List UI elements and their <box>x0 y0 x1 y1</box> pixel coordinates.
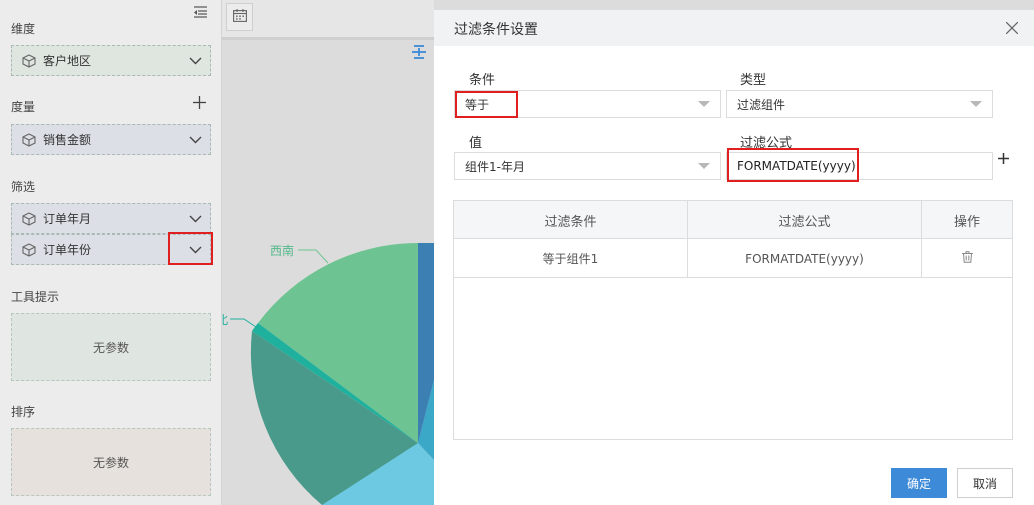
value-select[interactable]: 组件1-年月 <box>454 152 721 180</box>
label-leader-line <box>298 249 329 264</box>
tooltip-drop-area[interactable]: 无参数 <box>11 313 211 381</box>
measure-section-title: 度量 <box>11 100 36 114</box>
highlight-frame <box>727 148 859 182</box>
cancel-button[interactable]: 取消 <box>957 468 1013 498</box>
pie-label-north: 北 <box>222 313 229 327</box>
highlight-frame <box>168 232 213 265</box>
row-formula: FORMATDATE(yyyy) <box>688 239 922 278</box>
dialog-title: 过滤条件设置 <box>454 22 538 38</box>
filter-field-label: 订单年份 <box>43 243 92 257</box>
chart-canvas: 西南 北 <box>222 0 434 505</box>
add-condition-icon[interactable] <box>998 150 1009 168</box>
tooltip-section-title: 工具提示 <box>11 290 60 304</box>
value-label: 值 <box>469 136 483 151</box>
pie-label-southwest: 西南 <box>270 244 295 258</box>
column-header-condition: 过滤条件 <box>454 201 688 239</box>
dialog-header: 过滤条件设置 <box>434 10 1034 46</box>
filter-field-label: 订单年月 <box>43 212 92 226</box>
add-measure-icon[interactable] <box>193 96 206 112</box>
table-row[interactable]: 等于组件1 FORMATDATE(yyyy) <box>454 239 1012 278</box>
row-condition: 等于组件1 <box>454 239 688 278</box>
pie-chart <box>230 243 434 505</box>
field-panel: 维度 客户地区 度量 销售金额 筛选 订单年月 订单年份 工具提示 无参数 排序… <box>0 0 222 505</box>
cube-icon <box>22 242 36 257</box>
condition-label: 条件 <box>469 73 496 88</box>
cube-icon <box>22 132 36 147</box>
dropdown-caret-icon <box>698 101 710 107</box>
filter-section-title: 筛选 <box>11 180 36 194</box>
highlight-frame <box>455 91 518 118</box>
sort-drop-area[interactable]: 无参数 <box>11 428 211 496</box>
row-action <box>922 239 1012 278</box>
collapse-panel-icon[interactable] <box>194 6 207 21</box>
close-icon[interactable] <box>1004 20 1020 36</box>
chevron-down-icon[interactable] <box>180 204 210 233</box>
table-header: 过滤条件 过滤公式 操作 <box>454 201 1012 239</box>
filter-conditions-table: 过滤条件 过滤公式 操作 等于组件1 FORMATDATE(yyyy) <box>453 200 1013 440</box>
cube-icon <box>22 211 36 226</box>
column-header-action: 操作 <box>953 214 980 230</box>
dimension-field-customer-region[interactable]: 客户地区 <box>11 45 211 76</box>
confirm-button[interactable]: 确定 <box>891 468 947 498</box>
cube-icon <box>22 53 36 68</box>
dimension-field-label: 客户地区 <box>43 54 92 68</box>
chevron-down-icon[interactable] <box>180 125 210 154</box>
dimension-section-title: 维度 <box>11 22 36 36</box>
filter-field-order-month[interactable]: 订单年月 <box>11 203 211 234</box>
type-select-value: 过滤组件 <box>737 97 786 112</box>
measure-field-sales-amount[interactable]: 销售金额 <box>11 124 211 155</box>
filter-condition-dialog: 过滤条件设置 条件 等于 类型 过滤组件 值 组件1-年月 过滤公式 FORMA… <box>434 10 1034 505</box>
label-leader-line <box>230 318 257 328</box>
measure-field-label: 销售金额 <box>43 133 92 147</box>
dropdown-caret-icon <box>970 101 982 107</box>
value-select-value: 组件1-年月 <box>465 159 525 174</box>
column-header-formula: 过滤公式 <box>688 201 922 239</box>
chevron-down-icon[interactable] <box>180 46 210 75</box>
type-select[interactable]: 过滤组件 <box>726 90 993 118</box>
type-label: 类型 <box>740 73 767 88</box>
trash-icon[interactable] <box>961 251 973 266</box>
dropdown-caret-icon <box>698 163 710 169</box>
sort-section-title: 排序 <box>11 405 36 419</box>
